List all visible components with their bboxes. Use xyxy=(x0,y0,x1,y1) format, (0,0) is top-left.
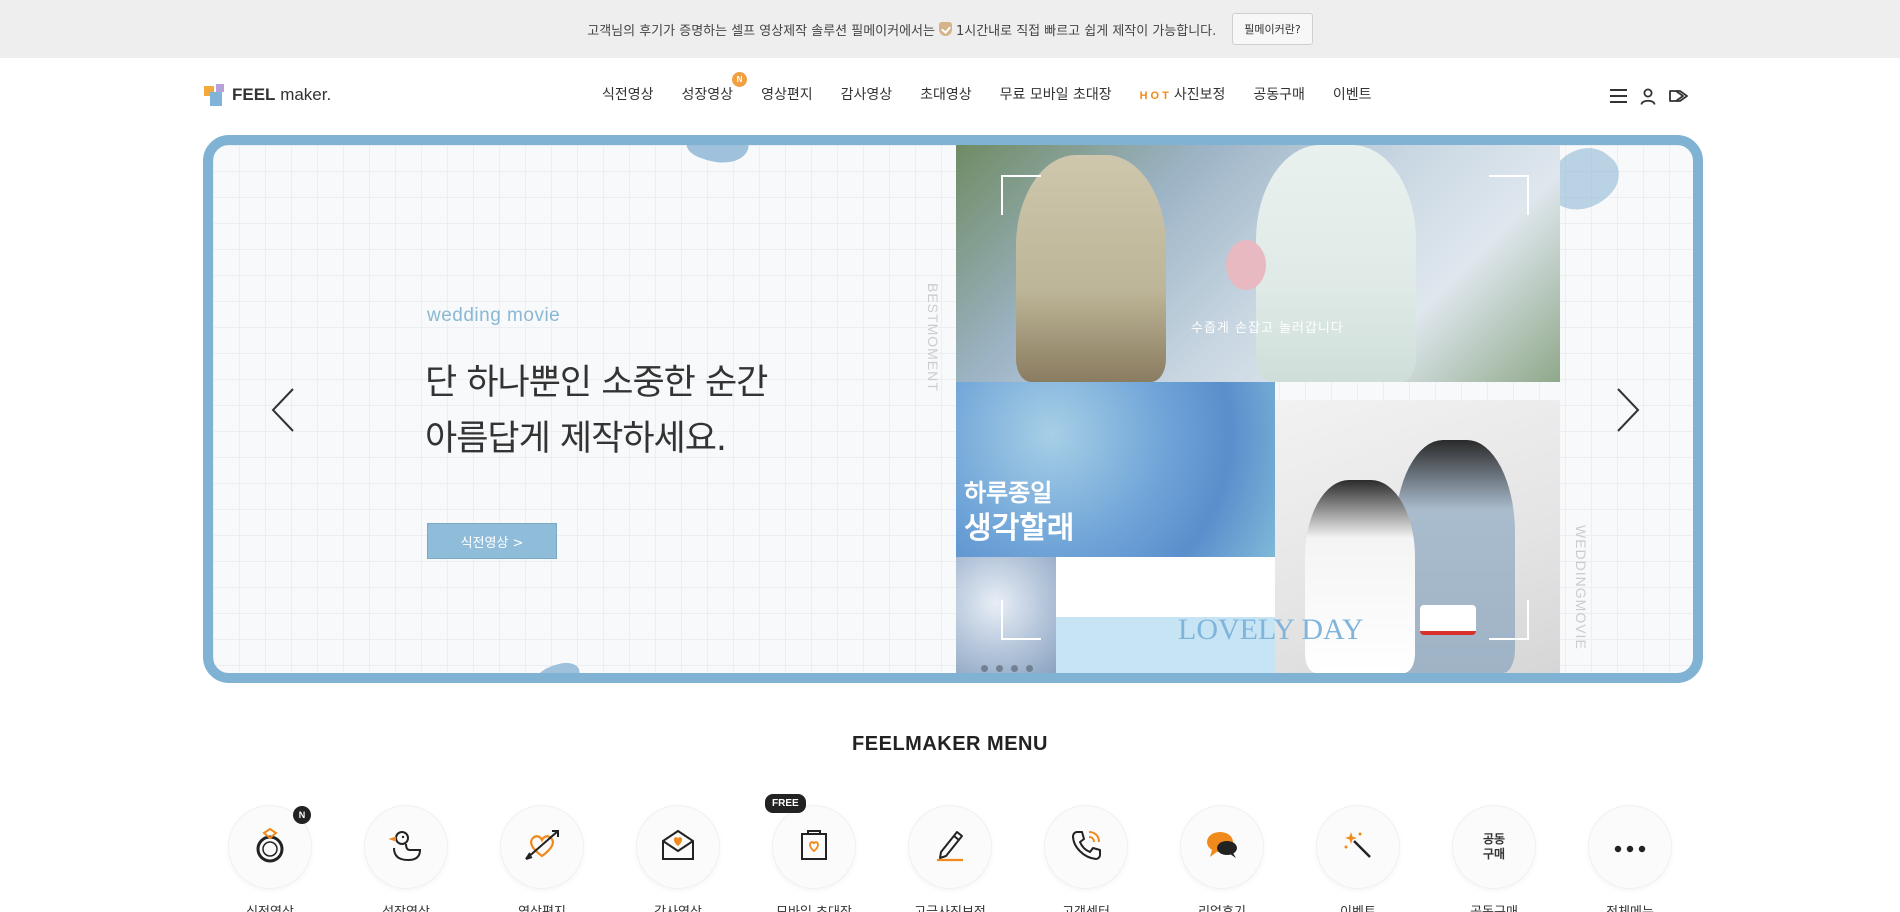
nav-item-video-letter[interactable]: 영상편지 xyxy=(747,84,827,104)
logo-mark-icon xyxy=(204,84,226,106)
logo-text: FEEL maker. xyxy=(232,85,332,104)
menu-item-reviews[interactable]: 리얼후기 xyxy=(1180,805,1264,912)
collage-lovely-text: LOVELY DAY xyxy=(1178,613,1364,646)
menu-item-event[interactable]: 이벤트 xyxy=(1316,805,1400,912)
more-icon xyxy=(1614,838,1646,857)
frame-corner xyxy=(1489,600,1529,640)
collage-small-text: 수줍게 손잡고 놀러갑니다 xyxy=(1191,321,1344,336)
nav-item-invitation-video[interactable]: 초대영상 xyxy=(906,84,986,104)
nav-item-growth[interactable]: 성장영상 N xyxy=(668,72,748,104)
phone-icon xyxy=(1069,828,1103,866)
hero-subtitle: wedding movie xyxy=(427,305,561,326)
envelope-heart-icon xyxy=(660,829,696,865)
top-notice-bar: 고객님의 후기가 증명하는 셀프 영상제작 솔루션 필메이커에서는 1시간내로 … xyxy=(0,0,1900,58)
ring-icon xyxy=(253,826,287,868)
collage-big-text: 하루종일 생각할래 xyxy=(964,478,1075,546)
menu-item-growth[interactable]: 성장영상 xyxy=(364,805,448,912)
main-nav: 식전영상 성장영상 N 영상편지 감사영상 초대영상 무료 모바일 초대장 HO… xyxy=(588,72,1386,104)
new-badge: N xyxy=(732,72,748,87)
shield-check-icon xyxy=(938,22,952,36)
side-text-right: WEDDINGMOVIE xyxy=(1573,525,1589,650)
group-buy-text-icon: 공동 구매 xyxy=(1482,832,1506,861)
user-icon[interactable] xyxy=(1638,86,1658,106)
hot-label: HOT xyxy=(1139,90,1172,102)
logo[interactable]: FEEL maker. xyxy=(204,84,331,106)
nav-item-thanks[interactable]: 감사영상 xyxy=(827,84,907,104)
menu-item-thanks[interactable]: 감사영상 xyxy=(636,805,720,912)
slide-dot[interactable] xyxy=(1011,665,1018,672)
pencil-icon xyxy=(933,828,967,866)
hero-copy: wedding movie 단 하나뿐인 소중한 순간 아름답게 제작하세요. … xyxy=(213,145,973,673)
frame-corner xyxy=(1001,600,1041,640)
nav-item-group-buy[interactable]: 공동구매 xyxy=(1239,84,1319,104)
side-text-left: BESTMOMENT xyxy=(925,283,941,392)
free-badge: FREE xyxy=(765,794,806,813)
frame-corner xyxy=(1001,175,1041,215)
menu-item-group-buy[interactable]: 공동구매 공동구매 xyxy=(1452,805,1536,912)
slide-dot[interactable] xyxy=(1026,665,1033,672)
site-header: FEEL maker. 식전영상 성장영상 N 영상편지 감사영상 초대영상 무… xyxy=(0,58,1900,134)
prev-slide-button[interactable] xyxy=(268,385,298,435)
couple-proposal-photo xyxy=(956,145,1560,382)
new-badge: N xyxy=(293,806,311,824)
duck-icon xyxy=(388,828,424,866)
mobile-card-icon xyxy=(799,829,829,865)
nav-item-photo-retouch[interactable]: HOT 사진보정 xyxy=(1126,84,1240,104)
hamburger-menu-icon[interactable] xyxy=(1608,86,1628,106)
nav-item-mobile-invitation[interactable]: 무료 모바일 초대장 xyxy=(986,84,1126,104)
frame-corner xyxy=(1489,175,1529,215)
menu-item-pre-ceremony[interactable]: N 식전영상 xyxy=(228,805,312,912)
hero-cta-button[interactable]: 식전영상 > xyxy=(427,523,557,559)
hero-slider: wedding movie 단 하나뿐인 소중한 순간 아름답게 제작하세요. … xyxy=(203,135,1703,683)
heart-arrow-icon xyxy=(523,828,561,866)
next-slide-button[interactable] xyxy=(1613,385,1643,435)
notice-text: 고객님의 후기가 증명하는 셀프 영상제작 솔루션 필메이커에서는 1시간내로 … xyxy=(587,20,1216,39)
menu-item-video-letter[interactable]: 영상편지 xyxy=(500,805,584,912)
hero-title: 단 하나뿐인 소중한 순간 아름답게 제작하세요. xyxy=(425,363,768,459)
quick-menu: N 식전영상 성장영상 영상편지 감사영상 xyxy=(228,794,1672,912)
menu-section-title: FEELMAKER MENU xyxy=(852,733,1048,755)
menu-item-customer-center[interactable]: 고객센터 xyxy=(1044,805,1128,912)
about-feelmaker-button[interactable]: 필메이커란? xyxy=(1232,13,1313,45)
hero-collage-image: LOVELY DAY 하루종일 생각할래 수줍게 손잡고 놀러갑니다 xyxy=(956,145,1560,673)
slide-dot[interactable] xyxy=(981,665,988,672)
menu-item-mobile-invitation[interactable]: FREE 모바일 초대장 xyxy=(765,794,856,912)
menu-item-all-menu[interactable]: 전체메뉴 xyxy=(1588,805,1672,912)
chat-icon xyxy=(1204,829,1240,865)
header-icons xyxy=(1608,86,1688,106)
diamonds-photo xyxy=(1056,557,1275,617)
nav-item-pre-ceremony[interactable]: 식전영상 xyxy=(588,84,668,104)
slide-pagination xyxy=(981,665,1033,672)
menu-item-photo-retouch[interactable]: 고급사진보정 xyxy=(908,805,992,912)
video-tag-icon[interactable] xyxy=(1668,86,1688,106)
nav-item-event[interactable]: 이벤트 xyxy=(1319,84,1386,104)
notice-text-before: 고객님의 후기가 증명하는 셀프 영상제작 솔루션 필메이커에서는 xyxy=(587,23,935,39)
notice-text-after: 1시간내로 직접 빠르고 쉽게 제작이 가능합니다. xyxy=(955,23,1217,39)
magic-wand-icon xyxy=(1342,829,1374,865)
slide-dot[interactable] xyxy=(996,665,1003,672)
